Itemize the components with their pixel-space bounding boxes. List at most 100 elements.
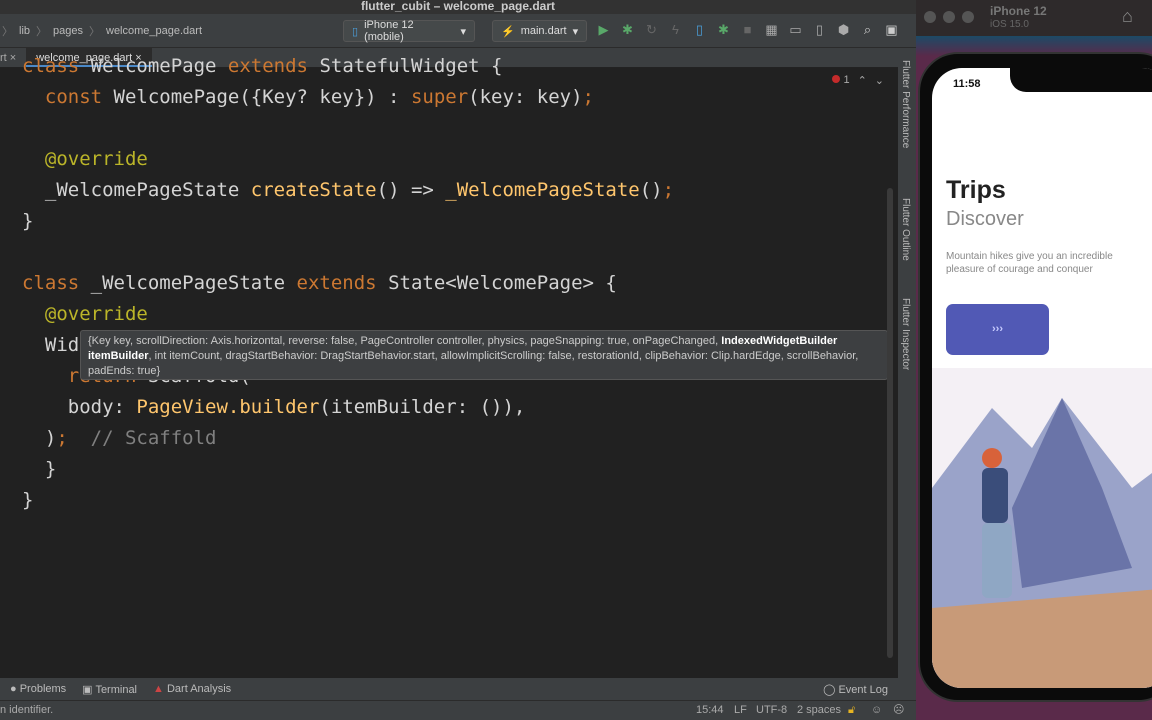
sdk-manager-icon[interactable]: ▭	[789, 22, 802, 38]
error-icon	[832, 75, 841, 83]
code-line[interactable]: _WelcomePageState createState() => _Welc…	[22, 175, 674, 206]
code-token: PageView.builder	[136, 396, 320, 418]
code-token: // Scaffold	[67, 427, 217, 449]
file-encoding[interactable]: UTF-8	[756, 701, 787, 719]
code-token: WelcomePage	[90, 55, 228, 77]
app-title: Trips	[946, 176, 1006, 204]
event-log-tab[interactable]: ◯ Event Log	[823, 683, 888, 696]
device-selector[interactable]: ▯ iPhone 12 (mobile) ▾	[343, 19, 475, 43]
code-line[interactable]: }	[22, 454, 56, 485]
code-token: WelcomePage({Key? key}) :	[113, 86, 411, 108]
code-editor[interactable]: class WelcomePage extends StatefulWidget…	[0, 55, 898, 678]
code-line[interactable]: @override	[22, 299, 148, 330]
error-indicator[interactable]: 1 ⌃ ⌄	[832, 74, 884, 87]
phone-frame: 11:58 Trips Discover Mountain hikes give…	[918, 52, 1152, 702]
code-token: }	[22, 210, 34, 232]
code-line[interactable]: }	[22, 206, 33, 237]
ide-window: flutter_cubit – welcome_page.dart 〉 lib 〉 …	[0, 0, 916, 720]
simulator-titlebar: iPhone 12 iOS 15.0 ⌂	[916, 0, 1152, 36]
parameter-info-tooltip: {Key key, scrollDirection: Axis.horizont…	[80, 330, 888, 380]
previous-error-icon[interactable]: ⌃	[858, 74, 867, 87]
code-line[interactable]: @override	[22, 144, 148, 175]
code-token: _WelcomePageState	[90, 272, 297, 294]
problems-tab[interactable]: ● Problems	[10, 683, 66, 695]
app-description: Mountain hikes give you an incredible pl…	[946, 251, 1113, 275]
code-token: const	[22, 86, 114, 108]
run-icon[interactable]: ▶	[597, 22, 610, 38]
flutter-icon: ⚡	[501, 25, 515, 38]
search-icon[interactable]: ⌕	[861, 22, 874, 38]
chevron-down-icon: ▾	[572, 25, 579, 38]
next-button[interactable]: ›››	[946, 304, 1049, 355]
ios-simulator: iPhone 12 iOS 15.0 ⌂ 11:58 Trips Discove…	[916, 0, 1152, 720]
code-token: (itemBuilder: ()),	[319, 396, 526, 418]
flutter-inspector-tab[interactable]: Flutter Inspector	[900, 298, 911, 370]
right-tool-strip: Flutter Performance Flutter Outline Flut…	[898, 48, 916, 678]
code-token: ()	[639, 179, 663, 201]
run-config-selector[interactable]: ⚡ main.dart ▾	[492, 20, 587, 42]
next-error-icon[interactable]: ⌄	[875, 74, 884, 87]
smiley-icon[interactable]: ☺	[871, 701, 882, 719]
app-screen[interactable]: 11:58 Trips Discover Mountain hikes give…	[932, 68, 1152, 688]
window-title: flutter_cubit – welcome_page.dart	[0, 0, 916, 14]
debug-attach-icon[interactable]: ✱	[717, 22, 730, 38]
code-token: StatefulWidget {	[319, 55, 503, 77]
dart-analysis-tab[interactable]: ▲ Dart Analysis	[153, 683, 231, 695]
code-token: ;	[56, 427, 68, 449]
indent-setting[interactable]: 2 spaces	[797, 701, 841, 719]
hiker-illustration	[932, 368, 1152, 688]
code-line[interactable]: body: PageView.builder(itemBuilder: ()),	[22, 392, 526, 423]
status-time: 11:58	[953, 78, 981, 90]
minimize-button[interactable]	[943, 11, 955, 23]
code-token: @override	[22, 303, 148, 325]
lock-icon[interactable]: 🔓︎	[848, 701, 855, 719]
hot-reload-icon[interactable]: ϟ	[669, 22, 682, 38]
line-separator[interactable]: LF	[734, 701, 747, 719]
project-structure-icon[interactable]: ▦	[765, 22, 778, 38]
caret-position[interactable]: 15:44	[696, 701, 724, 719]
code-line[interactable]: const WelcomePage({Key? key}) : super(ke…	[22, 82, 594, 113]
device-icon[interactable]: ▯	[693, 22, 706, 38]
breadcrumb-pages[interactable]: pages	[53, 25, 83, 37]
code-token: (key: key)	[468, 86, 583, 108]
navigation-bar: 〉 lib 〉 pages 〉 welcome_page.dart ▯ iPhone 1…	[0, 14, 916, 48]
editor-scrollbar[interactable]	[887, 188, 893, 658]
phone-icon: ▯	[352, 25, 359, 38]
code-line[interactable]: }	[22, 485, 33, 516]
code-token: createState	[250, 179, 377, 201]
close-button[interactable]	[924, 11, 936, 23]
code-token: extends	[296, 272, 389, 294]
code-token: class	[22, 55, 91, 77]
zoom-button[interactable]	[962, 11, 974, 23]
stop-icon[interactable]: ■	[741, 22, 754, 38]
terminal-tab[interactable]: ▣ Terminal	[82, 683, 137, 696]
notch	[1010, 68, 1152, 92]
code-line[interactable]: class WelcomePage extends StatefulWidget…	[22, 51, 502, 82]
code-token: body:	[22, 396, 137, 418]
simulator-os: iOS 15.0	[990, 19, 1029, 30]
simulator-device: iPhone 12	[990, 4, 1047, 18]
account-icon[interactable]: ▣	[885, 22, 898, 38]
tool-window-bar: ● Problems ▣ Terminal ▲ Dart Analysis ◯ …	[0, 678, 916, 700]
breadcrumb-lib[interactable]: lib	[19, 25, 30, 37]
code-line[interactable]: ); // Scaffold	[22, 423, 217, 454]
flutter-performance-tab[interactable]: Flutter Performance	[900, 60, 911, 148]
attach-icon[interactable]: ↻	[645, 22, 658, 38]
home-icon[interactable]: ⌂	[1122, 6, 1133, 27]
breadcrumb-file[interactable]: welcome_page.dart	[106, 25, 202, 37]
plugin-icon[interactable]: ⬢	[837, 22, 850, 38]
code-line[interactable]: class _WelcomePageState extends State<We…	[22, 268, 617, 299]
code-token: @override	[22, 148, 148, 170]
code-token: _WelcomePageState	[445, 179, 640, 201]
avd-manager-icon[interactable]: ▯	[813, 22, 826, 38]
code-token: }	[22, 458, 57, 480]
flutter-outline-tab[interactable]: Flutter Outline	[900, 198, 911, 261]
chevron-down-icon: ▾	[460, 25, 466, 38]
debug-icon[interactable]: ✱	[621, 22, 634, 38]
code-token: _WelcomePageState	[22, 179, 251, 201]
frown-icon[interactable]: ☹	[893, 701, 904, 719]
code-token: super	[410, 86, 469, 108]
app-subtitle: Discover	[946, 208, 1024, 230]
code-token: ;	[582, 86, 594, 108]
code-token: }	[22, 489, 34, 511]
